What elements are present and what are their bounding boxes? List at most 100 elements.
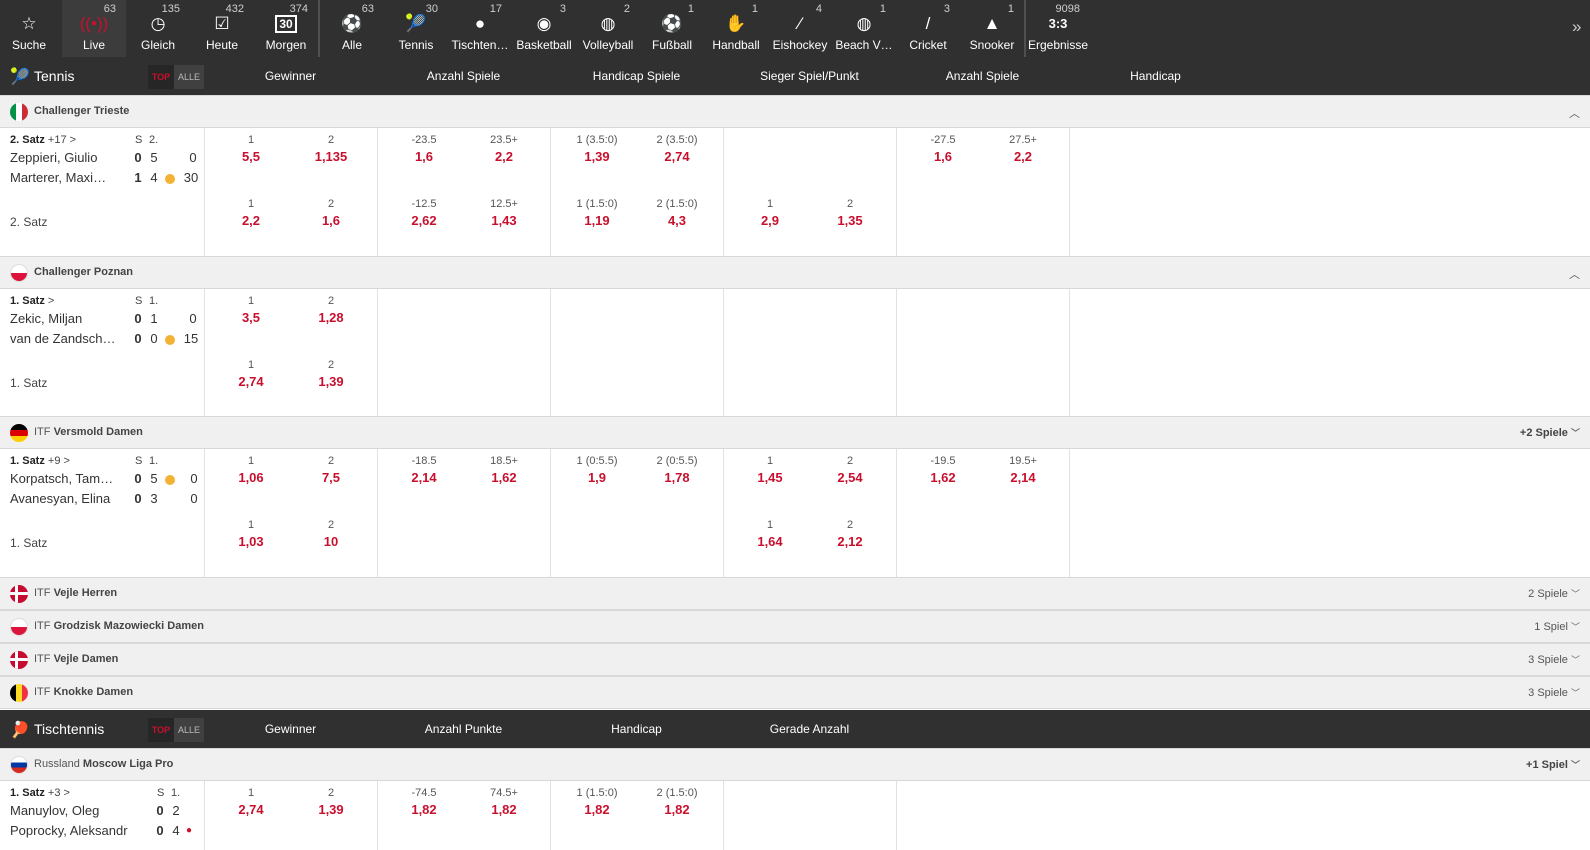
odd-button[interactable]: 2 2,12 <box>815 519 885 552</box>
nav-scroll-right-icon[interactable]: » <box>1572 17 1581 37</box>
column-header: Sieger Spiel/Punkt <box>760 69 859 83</box>
odd-button[interactable]: 74.5+ 1,82 <box>469 787 539 820</box>
odd-button[interactable]: 1 1,64 <box>735 519 805 552</box>
nav-label: Beach V… <box>835 38 893 52</box>
match-status[interactable]: 2. Satz +17 > <box>10 134 76 146</box>
odd-button[interactable]: 23.5+ 2,2 <box>469 134 539 167</box>
market-label: 1. Satz <box>10 376 48 390</box>
odd-button[interactable]: -12.5 2,62 <box>389 198 459 231</box>
odd-button[interactable]: 19.5+ 2,14 <box>988 455 1058 488</box>
nav-item-eishockey[interactable]: 4 ⁄ Eishockey <box>768 0 832 57</box>
match-status[interactable]: 1. Satz > <box>10 295 54 307</box>
games-count-link[interactable]: 3 Spiele ﹀ <box>1528 653 1580 666</box>
odd-button[interactable]: 12.5+ 1,43 <box>469 198 539 231</box>
nav-item-tischtennis[interactable]: 17 ● Tischten… <box>448 0 512 57</box>
nav-item-ergebnisse[interactable]: 9098 3:3 Ergebnisse <box>1026 0 1090 57</box>
player-1-games: 1 <box>150 311 158 326</box>
odd-button[interactable]: 1 (1.5:0) 1,19 <box>562 198 632 231</box>
player-2-name[interactable]: Avanesyan, Elina <box>10 491 110 506</box>
player-2-name[interactable]: van de Zandsch… <box>10 331 116 346</box>
odd-button[interactable]: 2 1,135 <box>296 134 366 167</box>
odd-button[interactable]: 2 1,39 <box>296 787 366 820</box>
league-header[interactable]: Challenger Poznan ︿ <box>0 256 1590 289</box>
odd-button[interactable]: 1 1,03 <box>216 519 286 552</box>
odd-button[interactable]: -19.5 1,62 <box>908 455 978 488</box>
score-header-set: 2. <box>149 134 159 146</box>
odd-button[interactable]: 2 10 <box>296 519 366 552</box>
nav-item-volleyball[interactable]: 2 ◍ Volleyball <box>576 0 640 57</box>
nav-label: Cricket <box>909 38 947 52</box>
player-2-name[interactable]: Poprocky, Aleksandr <box>10 823 128 838</box>
odd-button[interactable]: 18.5+ 1,62 <box>469 455 539 488</box>
league-header[interactable]: ITF Vejle Herren 2 Spiele ﹀ <box>0 577 1590 610</box>
odd-button[interactable]: -74.5 1,82 <box>389 787 459 820</box>
games-count-link[interactable]: 3 Spiele ﹀ <box>1528 686 1580 699</box>
match-status[interactable]: 1. Satz +3 > <box>10 787 70 799</box>
more-games-link[interactable]: +1 Spiel ﹀ <box>1526 758 1580 771</box>
nav-item-fussball[interactable]: 1 ⚽ Fußball <box>640 0 704 57</box>
league-header[interactable]: ITF Knokke Damen 3 Spiele ﹀ <box>0 676 1590 709</box>
games-count-link[interactable]: 2 Spiele ﹀ <box>1528 587 1580 600</box>
odd-button[interactable]: 1 2,74 <box>216 359 286 392</box>
nav-item-beach-volleyball[interactable]: 1 ◍ Beach V… <box>832 0 896 57</box>
odd-button[interactable]: 2 2,54 <box>815 455 885 488</box>
odd-button[interactable]: 2 (1.5:0) 4,3 <box>642 198 712 231</box>
odd-button[interactable]: 1 2,2 <box>216 198 286 231</box>
player-1-name[interactable]: Zeppieri, Giulio <box>10 150 97 165</box>
odd-button[interactable]: 2 (0:5.5) 1,78 <box>642 455 712 488</box>
odd-button[interactable]: 1 (0:5.5) 1,9 <box>562 455 632 488</box>
odd-button[interactable]: 1 2,9 <box>735 198 805 231</box>
odd-button[interactable]: 1 2,74 <box>216 787 286 820</box>
nav-item-cricket[interactable]: 3 / Cricket <box>896 0 960 57</box>
odd-button[interactable]: 1 3,5 <box>216 295 286 328</box>
odd-button[interactable]: 2 1,35 <box>815 198 885 231</box>
games-count-link[interactable]: 1 Spiel ﹀ <box>1534 620 1580 633</box>
alle-button[interactable]: ALLE <box>174 65 204 89</box>
nav-item-tennis[interactable]: 30 🎾 Tennis <box>384 0 448 57</box>
nav-item-alle[interactable]: 63 ⚽ Alle <box>320 0 384 57</box>
match-status[interactable]: 1. Satz +9 > <box>10 455 70 467</box>
player-1-name[interactable]: Manuylov, Oleg <box>10 803 99 818</box>
league-header[interactable]: Challenger Trieste ︿ <box>0 95 1590 128</box>
collapse-chevron-icon[interactable]: ︿ <box>1569 105 1580 121</box>
top-button[interactable]: TOP <box>148 718 174 742</box>
collapse-chevron-icon[interactable]: ︿ <box>1569 266 1580 282</box>
odd-button[interactable]: -27.5 1,6 <box>908 134 978 167</box>
odd-button[interactable]: 2 (1.5:0) 1,82 <box>642 787 712 820</box>
tennis-icon: 🎾 <box>10 69 30 86</box>
alle-button[interactable]: ALLE <box>174 718 204 742</box>
odd-button[interactable]: 2 1,28 <box>296 295 366 328</box>
nav-item-heute[interactable]: 432 ☑ Heute <box>190 0 254 57</box>
odd-button[interactable]: 2 7,5 <box>296 455 366 488</box>
nav-item-suche[interactable]: ☆ Suche <box>0 0 58 57</box>
odd-button[interactable]: 2 1,6 <box>296 198 366 231</box>
odd-button[interactable]: -18.5 2,14 <box>389 455 459 488</box>
odd-button[interactable]: 1 5,5 <box>216 134 286 167</box>
player-1-name[interactable]: Korpatsch, Tam… <box>10 471 113 486</box>
odd-button[interactable]: 1 (3.5:0) 1,39 <box>562 134 632 167</box>
odd-button[interactable]: 27.5+ 2,2 <box>988 134 1058 167</box>
player-2-games: 3 <box>150 491 158 506</box>
odd-button[interactable]: -23.5 1,6 <box>389 134 459 167</box>
odd-button[interactable]: 1 1,06 <box>216 455 286 488</box>
league-header[interactable]: ITF Versmold Damen +2 Spiele ﹀ <box>0 416 1590 449</box>
nav-item-handball[interactable]: 1 ✋ Handball <box>704 0 768 57</box>
nav-item-snooker[interactable]: 1 ▲ Snooker <box>960 0 1024 57</box>
player-1-name[interactable]: Zekic, Miljan <box>10 311 82 326</box>
denmark-flag-icon <box>10 585 28 603</box>
odd-button[interactable]: 2 (3.5:0) 2,74 <box>642 134 712 167</box>
top-button[interactable]: TOP <box>148 65 174 89</box>
league-header[interactable]: ITF Grodzisk Mazowiecki Damen 1 Spiel ﹀ <box>0 610 1590 643</box>
player-2-points: 30 <box>183 170 199 185</box>
nav-item-basketball[interactable]: 3 ◉ Basketball <box>512 0 576 57</box>
nav-item-live[interactable]: 63 ((•)) Live <box>62 0 126 57</box>
player-2-name[interactable]: Marterer, Maxi… <box>10 170 106 185</box>
more-games-link[interactable]: +2 Spiele ﹀ <box>1520 426 1580 439</box>
league-header[interactable]: Russland Moscow Liga Pro +1 Spiel ﹀ <box>0 748 1590 781</box>
odd-button[interactable]: 1 1,45 <box>735 455 805 488</box>
nav-item-morgen[interactable]: 374 30 Morgen <box>254 0 318 57</box>
odd-button[interactable]: 1 (1.5:0) 1,82 <box>562 787 632 820</box>
nav-item-gleich[interactable]: 135 ◷ Gleich <box>126 0 190 57</box>
league-header[interactable]: ITF Vejle Damen 3 Spiele ﹀ <box>0 643 1590 676</box>
odd-button[interactable]: 2 1,39 <box>296 359 366 392</box>
